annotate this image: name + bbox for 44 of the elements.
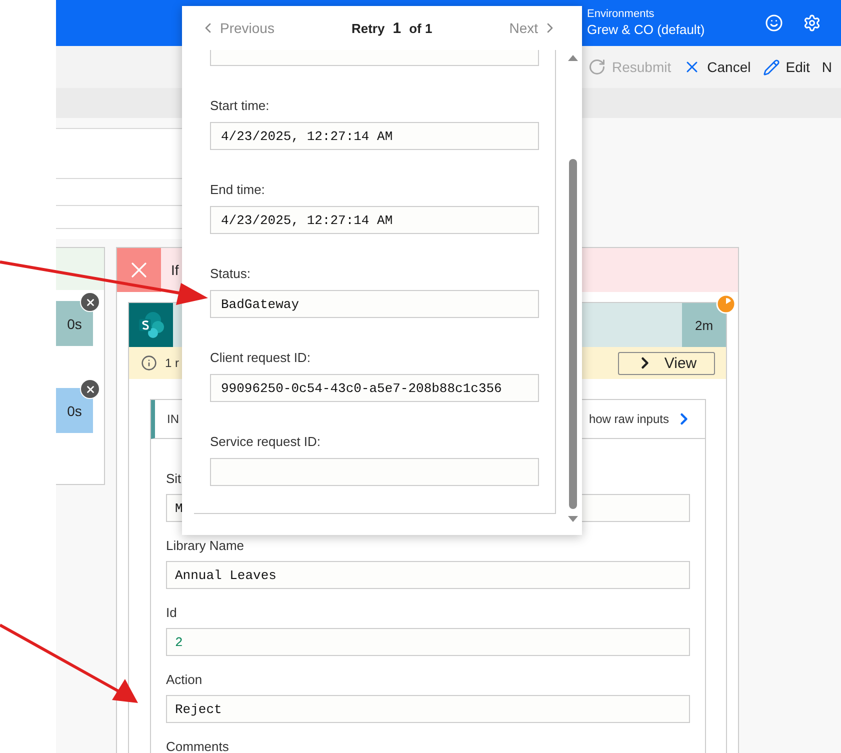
- scroll-up-icon[interactable]: [568, 54, 578, 62]
- field-label: Start time:: [210, 98, 270, 114]
- field-label: Library Name: [166, 538, 244, 554]
- input-field[interactable]: 2: [166, 628, 690, 656]
- attempt-number: 1: [392, 20, 402, 36]
- inputs-tab[interactable]: IN: [167, 412, 179, 426]
- environment-label: Environments: [587, 8, 656, 20]
- scroll-down-icon[interactable]: [568, 515, 578, 523]
- input-field[interactable]: Annual Leaves: [166, 561, 690, 589]
- environment-name[interactable]: Grew & CO (default): [587, 20, 765, 38]
- refresh-icon: [588, 58, 606, 76]
- field-label: Id: [166, 605, 177, 621]
- attempt-total: of 1: [409, 20, 432, 36]
- info-icon: [141, 355, 157, 371]
- settings-icon[interactable]: [803, 14, 821, 32]
- step-tile[interactable]: 0s: [56, 301, 93, 346]
- field-label: Action: [166, 672, 202, 688]
- sharepoint-logo-icon: [129, 303, 173, 347]
- duration-text: 2m: [682, 303, 726, 347]
- view-button[interactable]: View: [618, 352, 715, 374]
- output-field: 99096250-0c54-43c0-a5e7-208b88c1c356: [210, 374, 539, 402]
- output-field: BadGateway: [210, 290, 539, 318]
- condition-title: If: [171, 262, 179, 278]
- retry-label: Retry: [351, 20, 385, 36]
- field-label: End time:: [210, 182, 266, 198]
- close-icon[interactable]: [80, 292, 100, 312]
- field-label: Client request ID:: [210, 350, 312, 366]
- output-field: 4/23/2025, 12:27:14 AM: [210, 206, 539, 234]
- edit-button[interactable]: Edit: [762, 58, 810, 76]
- smiley-icon[interactable]: [765, 14, 783, 32]
- output-field: 4/23/2025, 12:27:14 AM: [210, 122, 539, 150]
- step-tile[interactable]: 0s: [56, 388, 93, 433]
- show-raw-inputs-link[interactable]: how raw inputs: [588, 410, 693, 428]
- pencil-icon: [762, 58, 780, 76]
- pending-icon: [716, 294, 736, 314]
- cancel-button[interactable]: Cancel: [683, 58, 751, 76]
- field-label: Comments: [166, 739, 229, 753]
- more-button[interactable]: N: [822, 59, 832, 75]
- close-icon[interactable]: [80, 379, 100, 399]
- field-label: Status:: [210, 266, 252, 282]
- field-label: Service request ID:: [210, 434, 322, 450]
- field-label: Sit: [166, 471, 182, 487]
- banner-text: 1 r: [165, 356, 180, 370]
- input-field[interactable]: Reject: [166, 695, 690, 723]
